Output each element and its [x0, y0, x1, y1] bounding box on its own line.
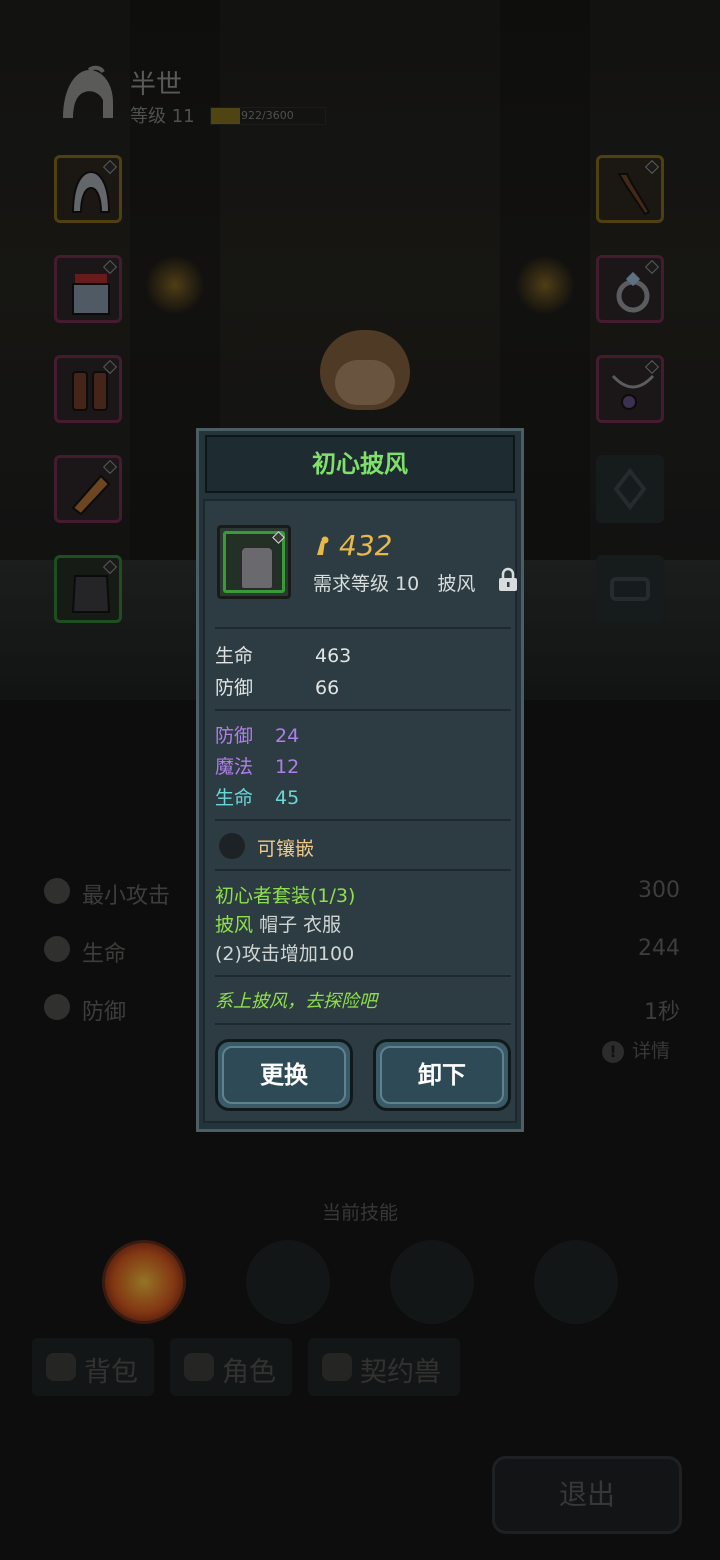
unequip-label: 卸下 — [418, 1061, 466, 1089]
base-stat-row: 防御 66 — [215, 673, 339, 700]
set-piece-owned: 披风 — [215, 914, 254, 936]
item-type: 披风 — [437, 573, 476, 595]
bonus-stat-row: 生命 45 — [215, 783, 299, 810]
base-stat-label: 生命 — [215, 645, 254, 667]
lock-icon[interactable] — [497, 567, 519, 593]
set-title: 初心者套装(1/3) — [215, 885, 356, 907]
bonus-stat-value: 12 — [275, 756, 300, 778]
socket-label: 可镶嵌 — [257, 838, 315, 860]
base-stat-label: 防御 — [215, 677, 254, 699]
bonus-stat-row: 魔法 12 — [215, 752, 299, 779]
level-requirement: 需求等级 10 — [313, 573, 420, 595]
base-stat-value: 66 — [315, 677, 340, 699]
bonus-stat-label: 魔法 — [215, 756, 254, 778]
socket-slot — [219, 833, 245, 859]
bonus-stat-value: 45 — [275, 787, 300, 809]
requirement-line: 需求等级 10 披风 — [313, 569, 475, 596]
bonus-stat-value: 24 — [275, 725, 300, 747]
set-bonus: (2)攻击增加100 — [215, 943, 355, 965]
replace-label: 更换 — [260, 1061, 308, 1089]
item-icon-box — [217, 525, 291, 599]
set-pieces: 披风 帽子 衣服 — [215, 910, 341, 937]
item-flavor-text: 系上披风，去探险吧 — [215, 991, 377, 1012]
cloak-icon — [240, 546, 274, 590]
gold-icon — [317, 536, 329, 555]
base-stat-value: 463 — [315, 645, 352, 667]
dialog-body: 432 需求等级 10 披风 生命 463 防御 66 防御 24 魔法 12 生命 45 — [203, 499, 517, 1123]
item-price: 432 — [313, 529, 392, 562]
item-title: 初心披风 — [312, 450, 408, 478]
replace-button[interactable]: 更换 — [215, 1039, 353, 1111]
bonus-stat-row: 防御 24 — [215, 721, 299, 748]
item-detail-dialog: 初心披风 432 需求等级 10 披风 生命 463 防御 66 防御 24 魔… — [196, 428, 524, 1132]
price-value: 432 — [339, 529, 393, 562]
base-stat-row: 生命 463 — [215, 641, 351, 668]
set-piece-missing: 帽子 衣服 — [259, 914, 342, 936]
bonus-stat-label: 防御 — [215, 725, 254, 747]
bonus-stat-label: 生命 — [215, 787, 254, 809]
dialog-header: 初心披风 — [205, 435, 515, 493]
unequip-button[interactable]: 卸下 — [373, 1039, 511, 1111]
